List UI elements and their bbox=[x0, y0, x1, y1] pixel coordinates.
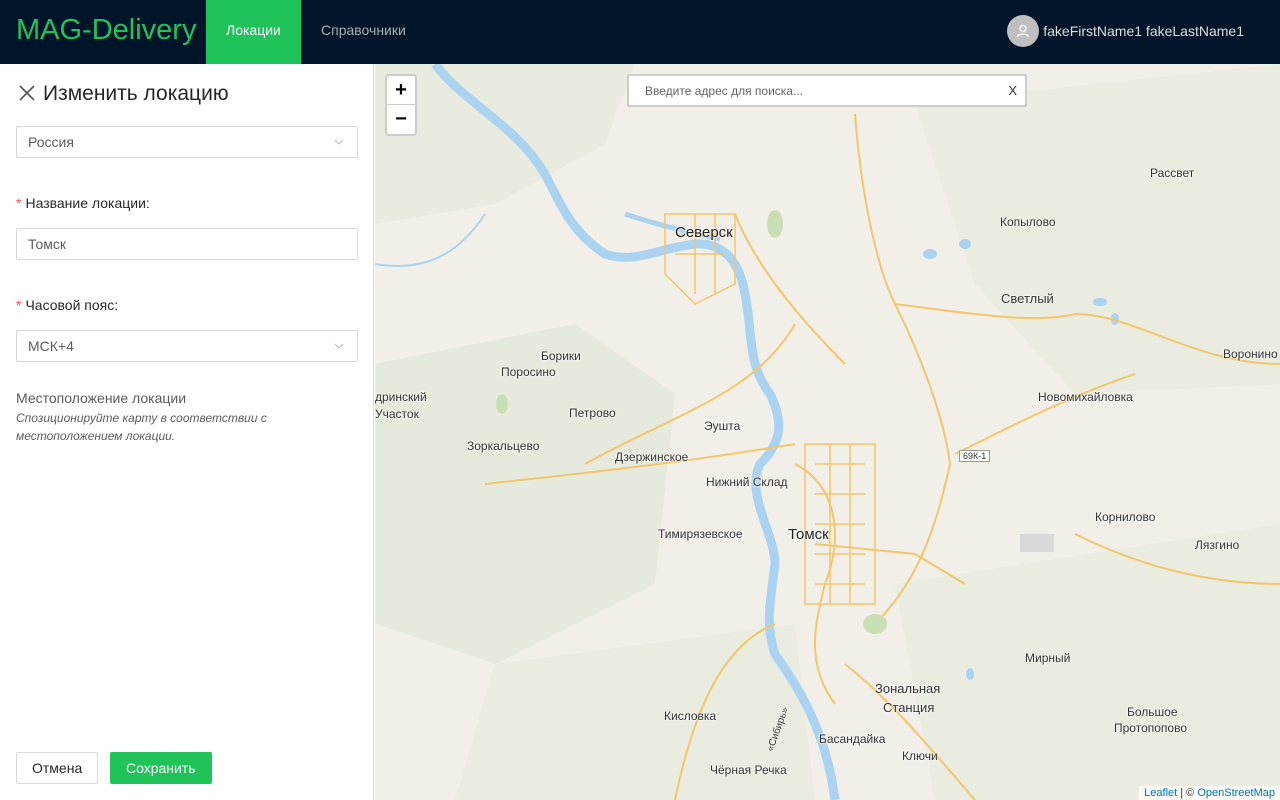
map-label-rassvet: Рассвет bbox=[1150, 166, 1195, 180]
map-label-uchastok: Участок bbox=[375, 407, 419, 421]
map-label-seversk: Северск bbox=[675, 224, 733, 241]
location-name-value: Томск bbox=[28, 236, 66, 252]
timezone-value: МСК+4 bbox=[28, 338, 74, 354]
nav-directories[interactable]: Справочники bbox=[301, 0, 426, 64]
close-icon[interactable] bbox=[16, 81, 38, 103]
map-label-kislovka: Кисловка bbox=[664, 709, 717, 723]
chevron-down-icon bbox=[334, 343, 344, 349]
map-label-dzerzhinskoe: Дзержинское bbox=[615, 450, 689, 464]
map-label-timiryazevskoe: Тимирязевское bbox=[658, 527, 743, 541]
map-search-box: X bbox=[627, 74, 1027, 107]
map-label-protopopovo: Протопопово bbox=[1114, 721, 1188, 735]
cancel-button[interactable]: Отмена bbox=[16, 752, 99, 784]
map-label-kornilovo: Корнилово bbox=[1095, 510, 1156, 524]
map-label-novomikhaylovka: Новомихайловка bbox=[1038, 390, 1133, 404]
osm-link[interactable]: OpenStreetMap bbox=[1197, 787, 1275, 799]
map-label-svetly: Светлый bbox=[1001, 291, 1054, 306]
save-button[interactable]: Сохранить bbox=[110, 752, 212, 784]
map-label-uchastok-top: дринский bbox=[375, 390, 427, 404]
map-label-petrovo: Петрово bbox=[569, 406, 616, 420]
map-tiles bbox=[375, 64, 1280, 800]
map-label-tomsk: Томск bbox=[788, 526, 829, 543]
map-label-chernaya-rechka: Чёрная Речка bbox=[710, 763, 787, 777]
map-label-voronino: Воронино bbox=[1223, 347, 1278, 361]
zoom-out-button[interactable]: − bbox=[387, 105, 415, 134]
address-search-input[interactable] bbox=[645, 76, 1005, 105]
timezone-label: * Часовой пояс: bbox=[16, 297, 119, 313]
search-clear-button[interactable]: X bbox=[1008, 83, 1017, 98]
map-label-klyuchi: Ключи bbox=[902, 749, 938, 763]
map-label-stantsiya: Станция bbox=[883, 700, 935, 715]
map-label-bolshoe: Большое bbox=[1127, 705, 1178, 719]
user-name: fakeFirstName1 fakeLastName1 bbox=[1043, 23, 1244, 39]
country-value: Россия bbox=[28, 134, 74, 150]
chevron-down-icon bbox=[334, 139, 344, 145]
map-view[interactable]: + − X Северск Томск Рассвет Копылово Све… bbox=[375, 64, 1280, 800]
location-edit-panel: Изменить локацию Россия * Название локаци… bbox=[0, 64, 374, 800]
nav-locations[interactable]: Локации bbox=[206, 0, 301, 64]
map-attribution: Leaflet | © OpenStreetMap bbox=[1139, 786, 1280, 800]
map-label-nizhniy-sklad: Нижний Склад bbox=[706, 475, 788, 489]
name-label: * Название локации: bbox=[16, 195, 150, 211]
timezone-select[interactable]: МСК+4 bbox=[16, 330, 358, 362]
top-header: MAG-Delivery Локации Справочники fakeFir… bbox=[0, 0, 1280, 64]
map-label-eushta: Эушта bbox=[704, 419, 741, 433]
user-menu[interactable]: fakeFirstName1 fakeLastName1 bbox=[1007, 15, 1244, 47]
location-hint: Спозиционируйте карту в соответствии с м… bbox=[16, 411, 267, 443]
user-avatar-icon bbox=[1007, 15, 1040, 47]
location-section-title: Местоположение локации bbox=[16, 390, 187, 406]
map-label-lyazgino: Лязгино bbox=[1195, 538, 1240, 552]
location-name-input[interactable]: Томск bbox=[16, 228, 358, 260]
country-select[interactable]: Россия bbox=[16, 126, 358, 158]
map-label-zonalnaya: Зональная bbox=[875, 681, 941, 696]
map-label-boriki: Борики bbox=[541, 349, 581, 363]
road-shield: 69К-1 bbox=[959, 450, 991, 462]
leaflet-link[interactable]: Leaflet bbox=[1144, 787, 1177, 799]
map-label-zorkaltsevo: Зоркальцево bbox=[467, 439, 540, 453]
map-label-porosino: Поросино bbox=[501, 365, 556, 379]
app-logo[interactable]: MAG-Delivery bbox=[16, 12, 196, 48]
map-label-mirny: Мирный bbox=[1025, 651, 1071, 665]
zoom-control: + − bbox=[385, 74, 417, 136]
form-title: Изменить локацию bbox=[43, 82, 229, 105]
map-label-basandayka: Басандайка bbox=[819, 732, 886, 746]
zoom-in-button[interactable]: + bbox=[387, 76, 415, 105]
map-label-kopylovo: Копылово bbox=[1000, 215, 1056, 229]
